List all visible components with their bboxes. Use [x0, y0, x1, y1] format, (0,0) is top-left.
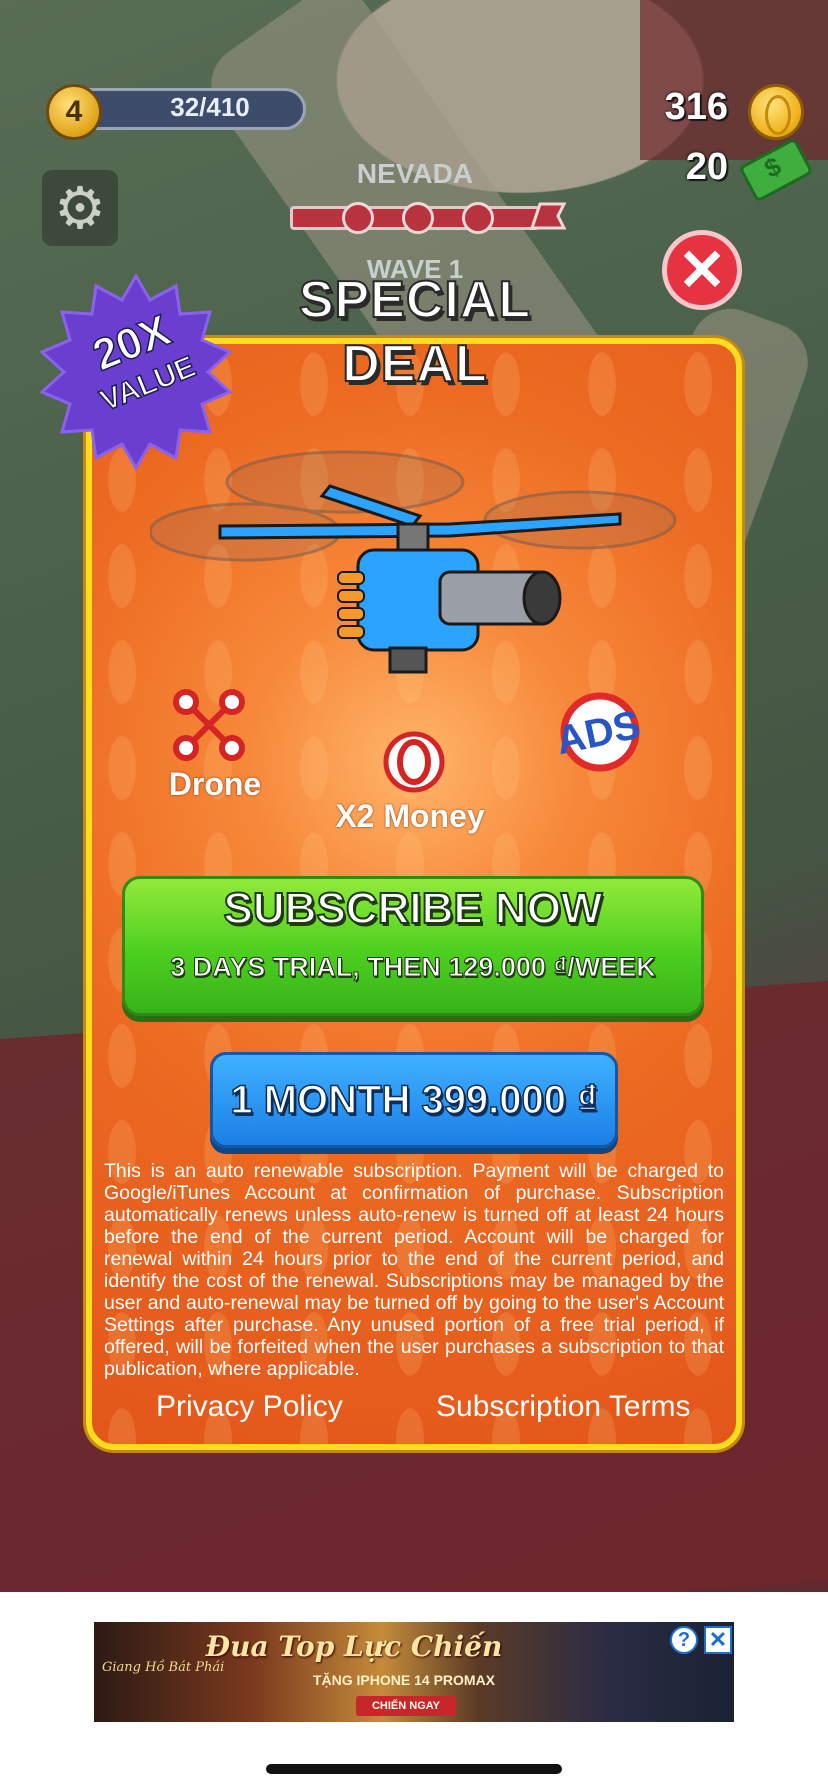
perk-money-label: X2 Money	[335, 798, 485, 834]
privacy-policy-link[interactable]: Privacy Policy	[156, 1390, 343, 1424]
no-ads-icon: ADS	[552, 692, 644, 772]
wave-marker	[462, 202, 494, 234]
subscription-terms-link[interactable]: Subscription Terms	[436, 1390, 691, 1424]
one-month-button[interactable]: 1 MONTH 399.000 ₫	[210, 1052, 618, 1148]
ad-info-icon[interactable]: ?	[670, 1626, 698, 1654]
ad-headline: Đua Top Lực Chiến	[205, 1630, 503, 1663]
level-badge: 4	[46, 84, 102, 140]
close-button[interactable]: ✕	[662, 230, 742, 310]
perk-drone-label: Drone	[168, 766, 262, 802]
cash-count: 20	[685, 146, 728, 188]
xp-text: 32/410	[170, 92, 250, 122]
wave-marker	[342, 202, 374, 234]
offer-title: SPECIAL	[298, 270, 532, 330]
settings-button[interactable]: ⚙	[42, 170, 118, 246]
ad-banner[interactable]: Giang Hồ Bát Phái Đua Top Lực Chiến TẶNG…	[94, 1622, 734, 1722]
gear-icon: ⚙	[54, 174, 106, 242]
close-icon: ✕	[677, 238, 727, 303]
ad-cta-button[interactable]: CHIẾN NGAY	[356, 1696, 456, 1716]
coin-count: 316	[664, 86, 728, 128]
subscribe-label[interactable]: SUBSCRIBE NOW	[122, 883, 704, 934]
subscribe-detail[interactable]: 3 DAYS TRIAL, THEN 129.000 ₫/WEEK	[122, 952, 704, 983]
ad-close-icon[interactable]: ✕	[704, 1626, 732, 1654]
coin-icon	[748, 84, 804, 140]
home-indicator[interactable]	[266, 1764, 562, 1774]
offer-title: DEAL	[341, 334, 488, 394]
coin-perk-icon	[383, 731, 445, 793]
legal-text: This is an auto renewable subscription. …	[104, 1160, 724, 1380]
flag-icon	[529, 202, 567, 230]
wave-marker	[402, 202, 434, 234]
drone-icon	[150, 450, 677, 674]
drone-perk-icon	[173, 689, 245, 761]
ad-subline: TẶNG IPHONE 14 PROMAX	[312, 1672, 496, 1688]
region-name: NEVADA	[356, 158, 474, 189]
